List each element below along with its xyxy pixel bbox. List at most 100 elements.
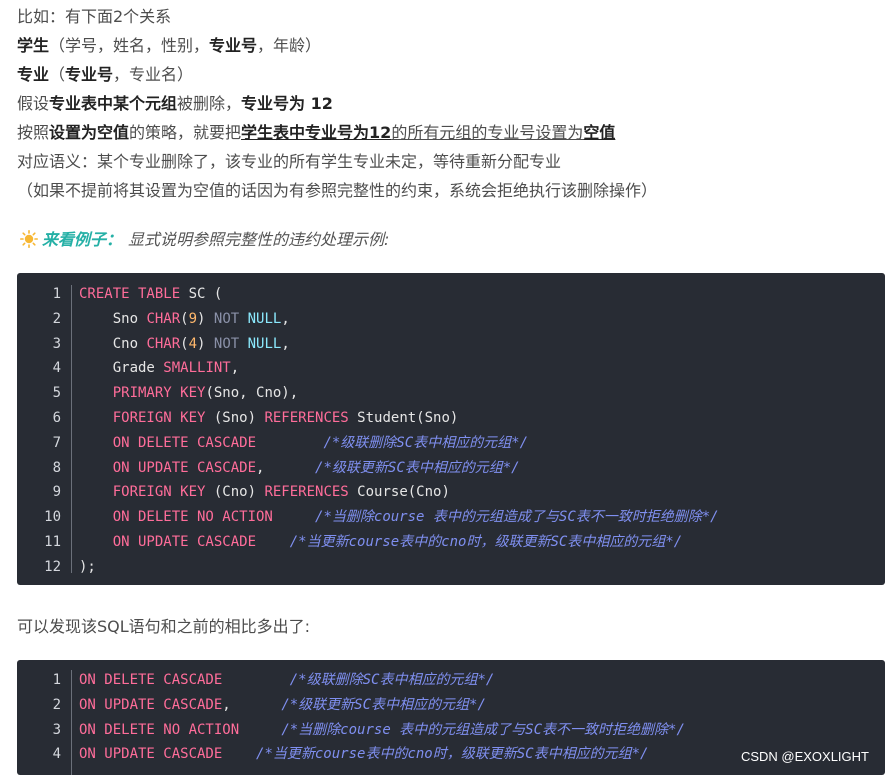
major-attrs-b: ，专业名） — [113, 65, 194, 84]
student-major-no: 专业号 — [209, 36, 258, 55]
code-token: /*级联删除SC表中相应的元组*/ — [289, 672, 495, 688]
example-heading: 来看例子： 显式说明参照完整性的违约处理示例: — [20, 227, 389, 253]
code-token: ( — [180, 335, 189, 352]
assumption-a: 假设 — [17, 94, 50, 113]
major-attrs-a: （ — [49, 65, 66, 84]
code-line: ON DELETE CASCADE /*级联删除SC表中相应的元组*/ — [79, 668, 494, 693]
code-token: , — [281, 310, 290, 327]
code-line: Cno CHAR(4) NOT NULL, — [79, 332, 290, 357]
code-token: PRIMARY KEY — [112, 385, 206, 402]
policy-c: 的策略，就要把 — [129, 123, 242, 142]
line-number: 4 — [52, 746, 61, 763]
code-line: Sno CHAR(9) NOT NULL, — [79, 307, 290, 332]
code-token: ) — [197, 335, 214, 352]
student-label: 学生 — [17, 36, 50, 55]
code-token: (Sno) — [205, 410, 265, 426]
text-observation: 可以发现该SQL语句和之前的相比多出了: — [17, 617, 311, 636]
text-student-relation: 学生（学号，姓名，性别，专业号，年龄） — [17, 34, 321, 58]
policy-d: 学生表中专业号为12 — [241, 123, 392, 142]
code-token: /*当删除course 表中的元组造成了与SC表不一致时拒绝删除*/ — [281, 721, 685, 738]
code-line: ON DELETE NO ACTION /*当删除course 表中的元组造成了… — [79, 718, 685, 743]
code-token: NULL — [247, 335, 282, 352]
code-token: /*级联更新SC表中相应的元组*/ — [315, 459, 520, 476]
policy-f: 空值 — [583, 123, 616, 142]
code-line: ON UPDATE CASCADE /*当更新course表中的cno时，级联更… — [79, 742, 648, 767]
line-number: 10 — [44, 509, 61, 526]
code-token: SMALLINT — [163, 360, 231, 377]
text-note: （如果不提前将其设置为空值的话因为有参照完整性的约束，系统会拒绝执行该删除操作） — [17, 181, 658, 200]
code-token: (Cno) — [205, 484, 265, 501]
code-token: Student(Sno) — [348, 410, 459, 426]
code-line: FOREIGN KEY (Sno) REFERENCES Student(Sno… — [79, 406, 459, 431]
code-token: /*当更新course表中的cno时，级联更新SC表中相应的元组*/ — [256, 746, 649, 763]
line-number: 4 — [52, 360, 61, 377]
major-major-no: 专业号 — [65, 65, 114, 84]
code-token: NOT — [213, 310, 240, 327]
example-lead: 来看例子： — [42, 230, 123, 249]
code-line: ); — [79, 555, 96, 580]
code-token: NOT — [213, 335, 240, 352]
code-token: /*当删除course 表中的元组造成了与SC表不一致时拒绝删除*/ — [315, 509, 719, 526]
text-major-relation: 专业（专业号，专业名） — [17, 63, 193, 87]
policy-e: 的所有元组的专业号设置为 — [391, 123, 584, 142]
code-token: NULL — [247, 310, 282, 327]
code-token: ON DELETE CASCADE — [79, 672, 223, 688]
code-token: , — [222, 696, 282, 713]
code-token: ON DELETE CASCADE — [112, 434, 257, 451]
code-token: 9 — [188, 310, 198, 327]
gutter-divider — [71, 285, 72, 573]
watermark: CSDN @EXOXLIGHT — [740, 749, 869, 764]
line-number: 7 — [52, 434, 61, 451]
code-token: ON DELETE NO ACTION — [112, 509, 273, 526]
code-token: , — [230, 360, 240, 377]
code-line: PRIMARY KEY(Sno, Cno), — [79, 381, 298, 406]
code-token: , — [256, 459, 316, 476]
line-number: 1 — [52, 286, 61, 302]
line-number: 2 — [52, 310, 61, 327]
line-number: 5 — [52, 385, 61, 402]
code-token: ) — [197, 310, 214, 327]
line-number: 3 — [52, 721, 61, 738]
code-block-create-table[interactable]: 1 CREATE TABLE SC (2 Sno CHAR(9) NOT NULL… — [17, 273, 885, 585]
code-token: FOREIGN KEY — [112, 410, 206, 426]
line-number: 6 — [52, 410, 61, 426]
assumption-c: 被删除， — [177, 94, 242, 113]
code-token: CREATE TABLE — [79, 286, 181, 302]
code-token: REFERENCES — [264, 484, 349, 501]
line-number: 11 — [44, 534, 61, 550]
code-line: ON UPDATE CASCADE, /*级联更新SC表中相应的元组*/ — [79, 456, 520, 481]
sun-icon — [20, 230, 38, 248]
code-token: ON UPDATE CASCADE — [112, 459, 257, 476]
line-number: 9 — [52, 484, 61, 501]
text-semantics: 对应语义：某个专业删除了，该专业的所有学生专业未定，等待重新分配专业 — [17, 152, 562, 171]
line-number: 8 — [52, 459, 61, 476]
code-token: ( — [180, 310, 189, 327]
example-desc: 显式说明参照完整性的违约处理示例: — [128, 230, 390, 249]
code-token: , — [281, 335, 290, 352]
code-token: /*当更新course表中的cno时，级联更新SC表中相应的元组*/ — [289, 534, 683, 550]
code-token: /*级联更新SC表中相应的元组*/ — [281, 696, 486, 713]
line-number: 1 — [52, 672, 61, 688]
assumption-d: 专业号为 12 — [241, 94, 333, 113]
code-token: /*级联删除SC表中相应的元组*/ — [323, 434, 529, 451]
gutter-divider — [71, 670, 72, 775]
code-token: ON UPDATE CASCADE — [79, 746, 223, 763]
line-number: 3 — [52, 335, 61, 352]
major-label: 专业 — [17, 65, 50, 84]
policy-a: 按照 — [17, 123, 50, 142]
code-token: ); — [79, 558, 96, 575]
policy-b: 设置为空值 — [49, 123, 130, 142]
code-token: Cno — [79, 335, 147, 352]
